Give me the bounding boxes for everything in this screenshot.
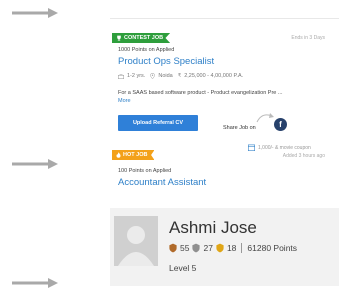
briefcase-icon — [118, 73, 124, 79]
silver-count: 27 — [203, 243, 213, 253]
coupon-text: 1,000/- & movie coupon — [258, 144, 311, 151]
calendar-icon — [248, 144, 255, 151]
hot-job-card: HOT JOB 1,000/- & movie coupon Added 3 h… — [110, 142, 339, 192]
profile-stats: 55 27 18 61280 Points — [169, 243, 297, 253]
hot-job-badge: HOT JOB — [112, 150, 155, 160]
location-pin-icon — [150, 73, 156, 79]
divider — [241, 243, 243, 253]
gold-medal-icon — [216, 243, 224, 253]
contest-job-badge: CONTEST JOB — [112, 33, 171, 43]
right-arrow-icon — [12, 159, 58, 169]
rupee-icon: ₹ — [177, 73, 182, 79]
profile-level: Level 5 — [169, 263, 197, 273]
salary-text: 2,25,000 - 4,00,000 P.A. — [184, 73, 244, 79]
added-time-text: Added 3 hours ago — [282, 153, 325, 159]
right-arrow-icon — [12, 8, 58, 18]
points-on-applied: 100 Points on Applied — [118, 168, 172, 174]
share-job-label: Share Job on — [223, 125, 256, 131]
facebook-icon[interactable]: f — [274, 118, 287, 131]
hot-job-badge-label: HOT JOB — [123, 152, 148, 158]
profile-card: Ashmi Jose 55 27 18 61280 Points Level 5 — [110, 208, 339, 286]
more-link[interactable]: More — [118, 98, 131, 104]
location-text: Noida — [158, 73, 173, 79]
curved-arrow-icon — [256, 113, 274, 123]
profile-name: Ashmi Jose — [169, 218, 257, 237]
avatar — [114, 216, 158, 266]
contest-job-badge-label: CONTEST JOB — [124, 35, 164, 41]
ends-in-text: Ends in 3 Days — [291, 35, 325, 41]
points-on-applied: 1000 Points on Applied — [118, 47, 175, 53]
reward-coupon: 1,000/- & movie coupon — [248, 144, 311, 151]
experience-text: 1-2 yrs. — [127, 73, 146, 79]
profile-points: 61280 Points — [247, 243, 298, 253]
right-arrow-icon — [12, 278, 58, 288]
bronze-medal-icon — [169, 243, 177, 253]
gold-count: 18 — [226, 243, 237, 253]
silver-medal-icon — [192, 243, 201, 253]
fire-icon — [116, 152, 121, 158]
job-meta: 1-2 yrs. Noida ₹ 2,25,000 - 4,00,000 P.A… — [118, 73, 243, 79]
job-title-link[interactable]: Accountant Assistant — [118, 177, 206, 188]
bronze-count: 55 — [180, 243, 190, 253]
job-description: For a SAAS based software product - Prod… — [118, 90, 283, 96]
trophy-icon — [117, 35, 121, 41]
upload-referral-cv-button[interactable]: Upload Referral CV — [118, 115, 198, 131]
job-title-link[interactable]: Product Ops Specialist — [118, 56, 214, 67]
contest-job-card: CONTEST JOB Ends in 3 Days 1000 Points o… — [110, 18, 339, 157]
